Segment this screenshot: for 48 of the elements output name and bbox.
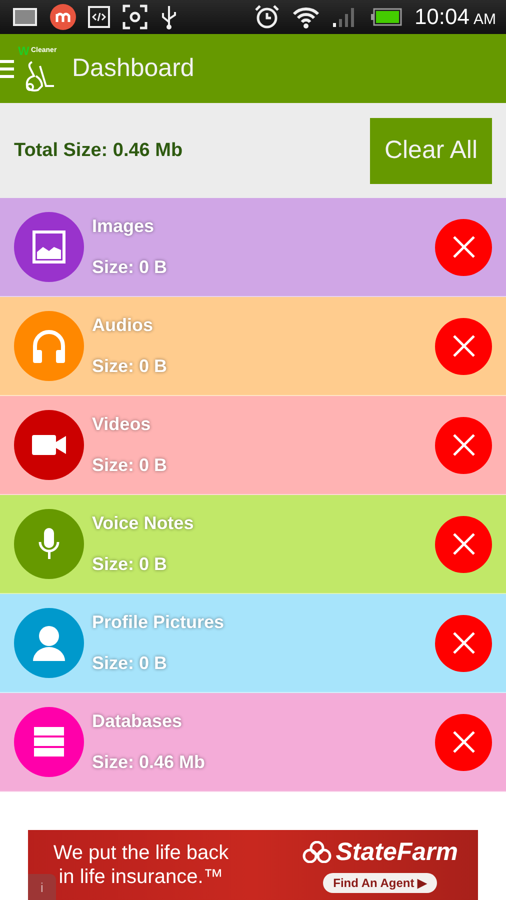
category-name: Profile Pictures <box>92 612 226 633</box>
clear-all-button[interactable]: Clear All <box>370 118 492 184</box>
close-icon <box>452 334 476 358</box>
category-row[interactable]: Profile Pictures Size: 0 B <box>0 594 506 693</box>
category-row[interactable]: Databases Size: 0.46 Mb <box>0 693 506 792</box>
code-icon <box>88 6 110 28</box>
category-size: Size: 0 B <box>92 455 168 476</box>
category-name: Videos <box>92 414 152 435</box>
category-size: Size: 0 B <box>92 653 168 674</box>
logo-letter: W <box>18 44 30 58</box>
screen-title: Dashboard <box>72 54 194 83</box>
ad-info-button[interactable]: i <box>28 874 56 900</box>
server-icon <box>33 726 65 758</box>
screenshot-icon <box>122 4 148 30</box>
video-camera-icon <box>31 433 67 457</box>
category-row[interactable]: Videos Size: 0 B <box>0 396 506 495</box>
close-icon <box>452 730 476 754</box>
category-row[interactable]: Audios Size: 0 B <box>0 297 506 396</box>
category-size: Size: 0 B <box>92 257 168 278</box>
category-name: Audios <box>92 315 154 336</box>
battery-icon <box>370 8 402 26</box>
brand-logo-icon <box>302 841 332 863</box>
category-row[interactable]: Voice Notes Size: 0 B <box>0 495 506 594</box>
find-agent-button[interactable]: Find An Agent ▶ <box>323 872 437 892</box>
close-icon <box>452 433 476 457</box>
total-size: Total Size: 0.46 Mb <box>14 140 183 162</box>
close-icon <box>452 631 476 655</box>
category-name: Databases <box>92 711 184 732</box>
category-name: Images <box>92 216 156 237</box>
usb-icon <box>160 4 178 30</box>
picture-notification-icon <box>12 7 38 27</box>
status-time: 10:04 AM <box>414 4 496 30</box>
ad-brand: StateFarm <box>336 838 458 866</box>
alarm-icon <box>254 4 280 30</box>
category-name: Voice Notes <box>92 513 195 534</box>
category-size: Size: 0.46 Mb <box>92 752 206 773</box>
close-icon <box>452 235 476 259</box>
wifi-icon <box>292 5 320 29</box>
category-row[interactable]: Images Size: 0 B <box>0 198 506 297</box>
microphone-icon <box>37 527 61 561</box>
category-size: Size: 0 B <box>92 554 168 575</box>
category-size: Size: 0 B <box>92 356 168 377</box>
image-icon <box>32 230 66 264</box>
m-app-icon <box>50 4 76 30</box>
person-icon <box>31 624 67 662</box>
menu-icon[interactable] <box>0 58 14 78</box>
close-icon <box>452 532 476 556</box>
vacuum-cleaner-icon <box>24 60 56 92</box>
